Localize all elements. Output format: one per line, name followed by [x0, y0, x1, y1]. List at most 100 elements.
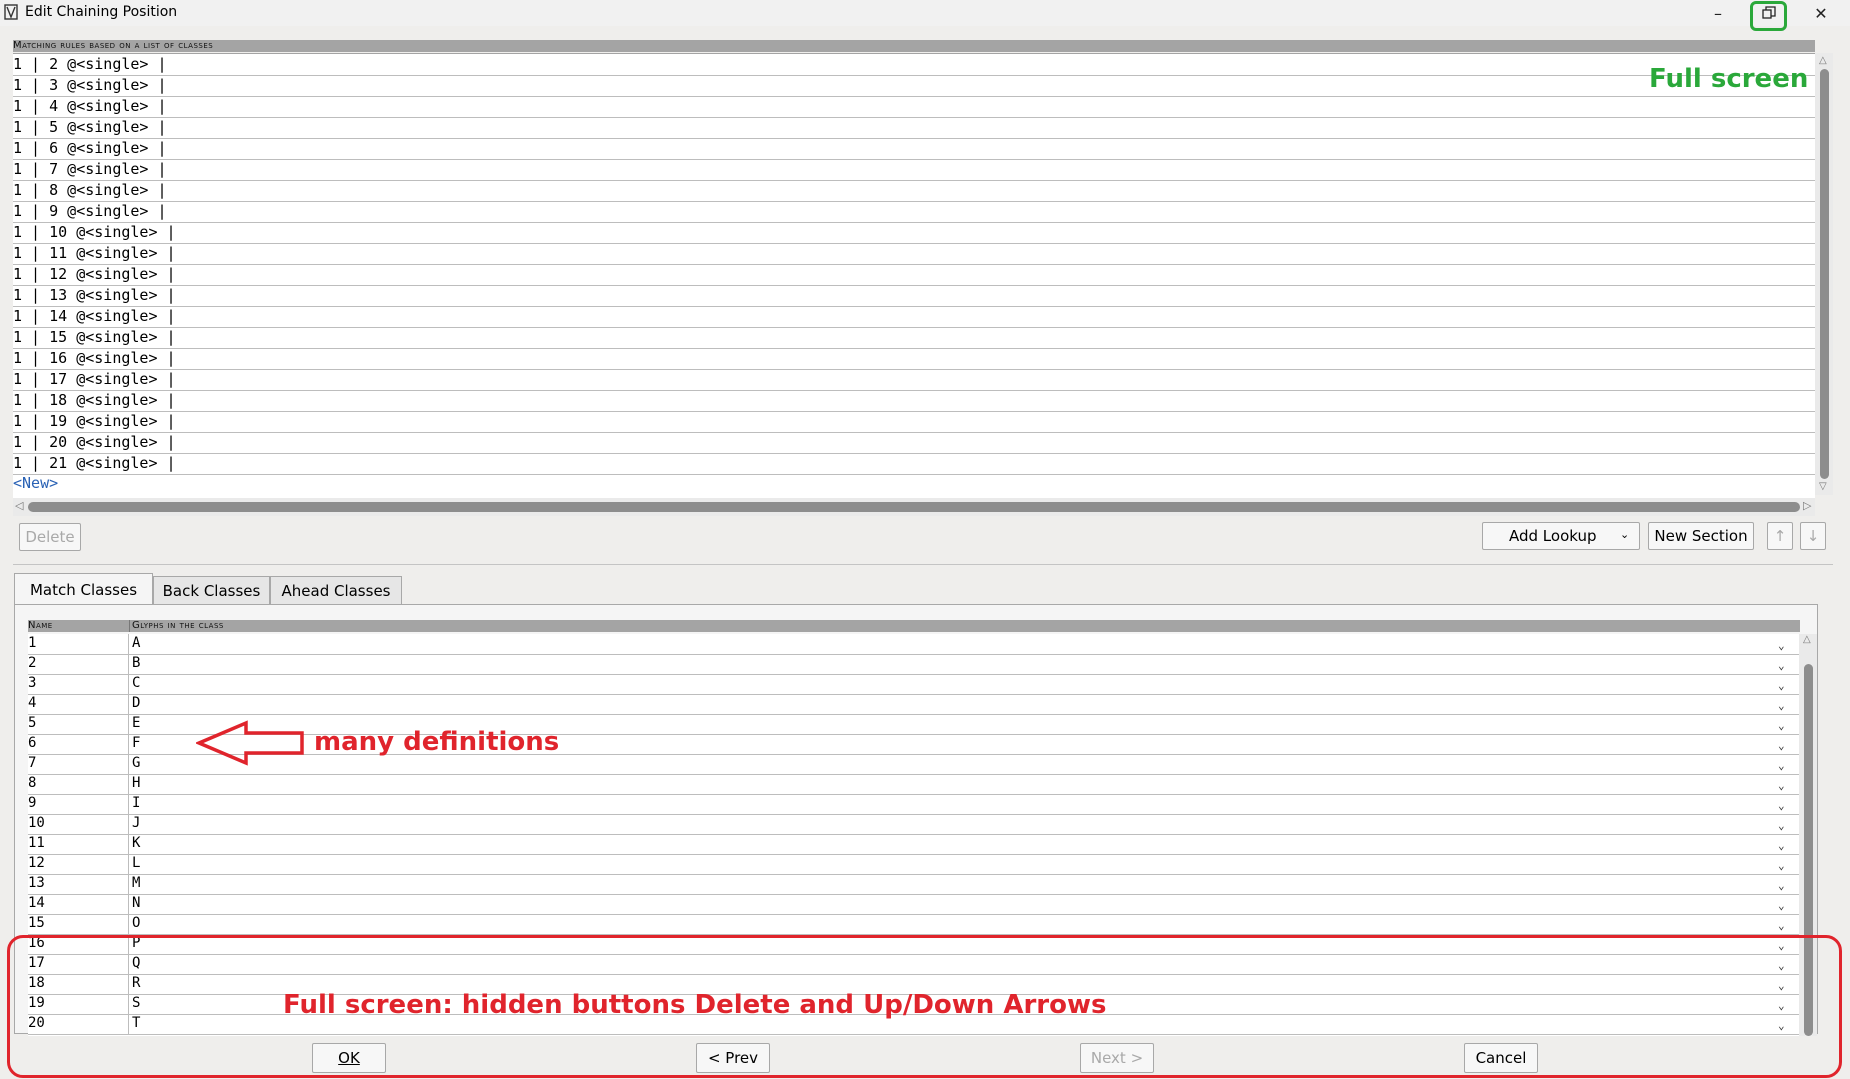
rule-row[interactable]: 1 | 3 @<single> |	[13, 75, 1815, 97]
scroll-left-icon[interactable]: ◁	[15, 499, 23, 512]
chevron-down-icon[interactable]: ⌄	[1778, 796, 1785, 815]
classes-scroll-up-icon[interactable]: △	[1803, 634, 1811, 645]
class-glyphs[interactable]: K	[132, 834, 140, 853]
class-name: 4	[28, 695, 37, 711]
class-glyphs[interactable]: F	[132, 734, 140, 753]
class-row[interactable]: 9 I ⌄	[28, 794, 1800, 815]
rules-header-label: Matching rules based on a list of classe…	[13, 40, 214, 51]
class-glyphs[interactable]: I	[132, 794, 140, 813]
col-separator	[128, 814, 129, 834]
chevron-down-icon[interactable]: ⌄	[1778, 736, 1785, 755]
class-row[interactable]: 13 M ⌄	[28, 874, 1800, 895]
chevron-down-icon[interactable]: ⌄	[1778, 676, 1785, 695]
rule-row[interactable]: 1 | 13 @<single> |	[13, 285, 1815, 307]
chevron-down-icon[interactable]: ⌄	[1778, 896, 1785, 915]
class-name: 6	[28, 735, 37, 751]
class-row[interactable]: 3 C ⌄	[28, 674, 1800, 695]
class-glyphs[interactable]: C	[132, 674, 140, 693]
class-name: 8	[28, 775, 37, 791]
class-name: 11	[28, 835, 45, 851]
rule-row[interactable]: 1 | 20 @<single> |	[13, 432, 1815, 454]
class-row[interactable]: 1 A ⌄	[28, 634, 1800, 655]
rule-row[interactable]: 1 | 7 @<single> |	[13, 159, 1815, 181]
class-glyphs[interactable]: D	[132, 694, 140, 713]
col-separator	[128, 754, 129, 774]
col-name-header: Name	[28, 620, 53, 631]
class-row[interactable]: 15 O ⌄	[28, 914, 1800, 935]
chevron-down-icon[interactable]: ⌄	[1778, 716, 1785, 735]
class-glyphs[interactable]: E	[132, 714, 140, 733]
rule-row[interactable]: 1 | 14 @<single> |	[13, 306, 1815, 328]
class-glyphs[interactable]: G	[132, 754, 140, 773]
rules-list[interactable]: 1 | 2 @<single> | 1 | 3 @<single> | 1 | 4 …	[13, 53, 1815, 498]
rule-row[interactable]: 1 | 18 @<single> |	[13, 390, 1815, 412]
delete-button[interactable]: Delete	[19, 523, 81, 551]
new-section-button[interactable]: New Section	[1648, 522, 1754, 550]
scroll-up-icon[interactable]: △	[1819, 55, 1827, 66]
scroll-down-icon[interactable]: ▽	[1819, 481, 1827, 492]
rule-row[interactable]: 1 | 15 @<single> |	[13, 327, 1815, 349]
rule-row[interactable]: 1 | 6 @<single> |	[13, 138, 1815, 160]
col-separator	[128, 874, 129, 894]
rule-row[interactable]: 1 | 8 @<single> |	[13, 180, 1815, 202]
rule-row[interactable]: 1 | 16 @<single> |	[13, 348, 1815, 370]
add-lookup-dropdown[interactable]: Add Lookup ⌄	[1482, 522, 1640, 550]
title-bar: Edit Chaining Position – ✕	[0, 0, 1850, 26]
tab-back-classes[interactable]: Back Classes	[153, 576, 270, 605]
class-glyphs[interactable]: O	[132, 914, 140, 933]
class-row[interactable]: 10 J ⌄	[28, 814, 1800, 835]
rule-row[interactable]: 1 | 9 @<single> |	[13, 201, 1815, 223]
class-name: 3	[28, 675, 37, 691]
chevron-down-icon[interactable]: ⌄	[1778, 876, 1785, 895]
class-glyphs[interactable]: L	[132, 854, 140, 873]
class-glyphs[interactable]: J	[132, 814, 140, 833]
rule-row[interactable]: 1 | 12 @<single> |	[13, 264, 1815, 286]
rule-row[interactable]: 1 | 2 @<single> |	[13, 54, 1815, 76]
class-row[interactable]: 4 D ⌄	[28, 694, 1800, 715]
rule-row[interactable]: 1 | 10 @<single> |	[13, 222, 1815, 244]
class-row[interactable]: 14 N ⌄	[28, 894, 1800, 915]
chevron-down-icon[interactable]: ⌄	[1778, 776, 1785, 795]
chevron-down-icon[interactable]: ⌄	[1778, 916, 1785, 935]
chevron-down-icon[interactable]: ⌄	[1778, 636, 1785, 655]
chevron-down-icon[interactable]: ⌄	[1778, 756, 1785, 775]
chevron-down-icon[interactable]: ⌄	[1778, 696, 1785, 715]
move-down-button[interactable]: ↓	[1800, 522, 1826, 550]
minimize-icon: –	[1714, 3, 1722, 23]
class-name: 13	[28, 875, 45, 891]
class-row[interactable]: 11 K ⌄	[28, 834, 1800, 855]
class-glyphs[interactable]: M	[132, 874, 140, 893]
rule-row[interactable]: 1 | 17 @<single> |	[13, 369, 1815, 391]
window-title: Edit Chaining Position	[25, 4, 178, 20]
rule-row[interactable]: 1 | 21 @<single> |	[13, 453, 1815, 475]
class-glyphs[interactable]: A	[132, 634, 140, 653]
rule-row[interactable]: 1 | 11 @<single> |	[13, 243, 1815, 265]
chevron-down-icon[interactable]: ⌄	[1778, 816, 1785, 835]
tab-match-classes[interactable]: Match Classes	[14, 573, 153, 605]
class-glyphs[interactable]: H	[132, 774, 140, 793]
move-up-button[interactable]: ↑	[1767, 522, 1793, 550]
rules-vscroll[interactable]: △ ▽	[1815, 53, 1833, 495]
class-name: 1	[28, 635, 37, 651]
new-rule-link[interactable]: <New>	[13, 474, 58, 492]
class-row[interactable]: 12 L ⌄	[28, 854, 1800, 875]
chevron-down-icon[interactable]: ⌄	[1778, 836, 1785, 855]
class-row[interactable]: 2 B ⌄	[28, 654, 1800, 675]
rule-row[interactable]: 1 | 19 @<single> |	[13, 411, 1815, 433]
classes-header: Name Glyphs in the class	[28, 620, 1800, 632]
close-button[interactable]: ✕	[1798, 0, 1844, 26]
class-row[interactable]: 8 H ⌄	[28, 774, 1800, 795]
class-name: 14	[28, 895, 45, 911]
rules-vscroll-thumb[interactable]	[1820, 69, 1829, 479]
class-glyphs[interactable]: B	[132, 654, 140, 673]
minimize-button[interactable]: –	[1695, 0, 1741, 26]
rules-hscroll-thumb[interactable]	[28, 502, 1800, 512]
class-glyphs[interactable]: N	[132, 894, 140, 913]
scroll-right-icon[interactable]: ▷	[1803, 499, 1811, 512]
rule-row[interactable]: 1 | 5 @<single> |	[13, 117, 1815, 139]
tab-ahead-classes[interactable]: Ahead Classes	[270, 576, 402, 605]
rules-hscroll[interactable]: ◁ ▷	[13, 498, 1815, 516]
chevron-down-icon[interactable]: ⌄	[1778, 656, 1785, 675]
chevron-down-icon[interactable]: ⌄	[1778, 856, 1785, 875]
rule-row[interactable]: 1 | 4 @<single> |	[13, 96, 1815, 118]
